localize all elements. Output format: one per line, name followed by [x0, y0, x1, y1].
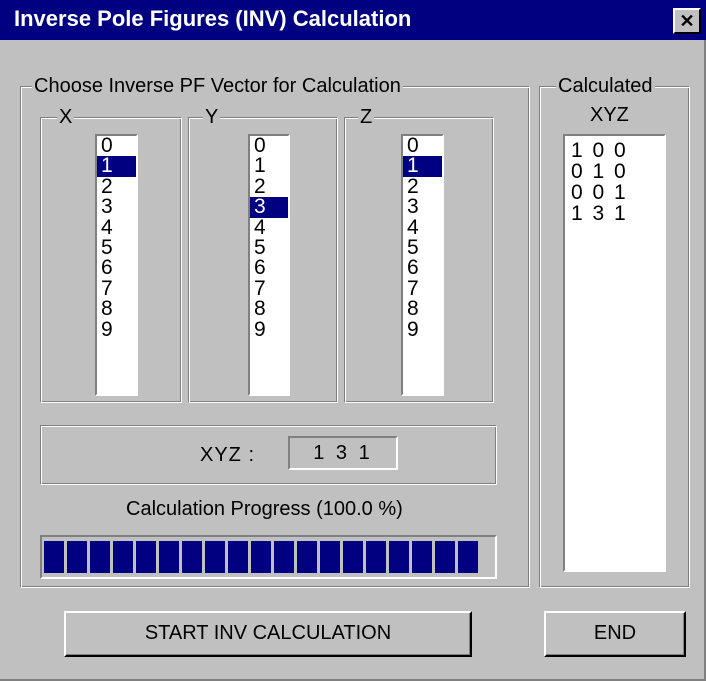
x-item-9[interactable]: 9	[97, 318, 136, 340]
calculated-item[interactable]: 0 0 1	[565, 182, 664, 203]
x-item-1-selected[interactable]: 1	[97, 155, 136, 177]
progress-segment	[136, 541, 156, 573]
progress-segment	[320, 541, 340, 573]
progress-segment	[159, 541, 179, 573]
x-item-7[interactable]: 7	[97, 278, 136, 299]
y-item-1[interactable]: 1	[250, 155, 288, 176]
y-item-4[interactable]: 4	[250, 216, 288, 238]
calculated-item[interactable]: 1 0 0	[565, 140, 664, 161]
start-inv-calculation-button[interactable]: START INV CALCULATION	[64, 611, 472, 657]
y-item-5[interactable]: 5	[250, 237, 288, 258]
y-item-3-selected[interactable]: 3	[250, 196, 288, 218]
z-item-5[interactable]: 5	[403, 237, 442, 258]
y-item-2[interactable]: 2	[250, 176, 288, 197]
z-item-6[interactable]: 6	[403, 257, 442, 278]
progress-segment	[90, 541, 110, 573]
choose-vector-label: Choose Inverse PF Vector for Calculation	[32, 75, 403, 97]
progress-segment	[251, 541, 271, 573]
y-item-7[interactable]: 7	[250, 278, 288, 299]
calculated-listbox[interactable]: 1 0 0 0 1 0 0 0 1 1 3 1	[563, 134, 666, 572]
x-item-3[interactable]: 3	[97, 196, 136, 217]
z-axis-label: Z	[358, 106, 375, 128]
x-item-8[interactable]: 8	[97, 298, 136, 319]
progress-segment	[389, 541, 409, 573]
xyz-label: XYZ :	[200, 444, 256, 466]
calculated-item[interactable]: 1 3 1	[565, 203, 664, 224]
y-item-8[interactable]: 8	[250, 298, 288, 319]
title-bar: Inverse Pole Figures (INV) Calculation ✕	[0, 0, 706, 40]
x-item-0[interactable]: 0	[97, 136, 136, 156]
x-item-5[interactable]: 5	[97, 237, 136, 258]
progress-segment	[44, 541, 64, 573]
progress-segment	[297, 541, 317, 573]
window-title: Inverse Pole Figures (INV) Calculation	[14, 6, 412, 31]
xyz-value: 1 3 1	[288, 436, 398, 470]
y-item-0[interactable]: 0	[250, 136, 288, 156]
z-item-7[interactable]: 7	[403, 278, 442, 299]
x-listbox[interactable]: 0 1 2 3 4 5 6 7 8 9	[95, 134, 138, 396]
progress-segment	[435, 541, 455, 573]
z-item-8[interactable]: 8	[403, 298, 442, 319]
z-item-2[interactable]: 2	[403, 176, 442, 197]
progress-segment	[67, 541, 87, 573]
progress-fill	[42, 537, 495, 577]
progress-segment	[228, 541, 248, 573]
end-button[interactable]: END	[544, 611, 686, 657]
calculated-item[interactable]: 0 1 0	[565, 161, 664, 182]
progress-segment	[458, 541, 478, 573]
progress-segment	[205, 541, 225, 573]
y-item-6[interactable]: 6	[250, 257, 288, 278]
progress-segment	[113, 541, 133, 573]
z-item-4[interactable]: 4	[403, 216, 442, 238]
x-item-6[interactable]: 6	[97, 257, 136, 278]
calculated-header: XYZ	[590, 104, 629, 126]
x-axis-label: X	[57, 106, 75, 128]
progress-segment	[366, 541, 386, 573]
close-icon[interactable]: ✕	[673, 8, 701, 34]
z-listbox[interactable]: 0 1 2 3 4 5 6 7 8 9	[401, 134, 444, 396]
progress-segment	[343, 541, 363, 573]
x-item-4[interactable]: 4	[97, 216, 136, 238]
calculated-label: Calculated	[556, 75, 655, 97]
z-item-0[interactable]: 0	[403, 136, 442, 156]
progress-segment	[412, 541, 432, 573]
progress-segment	[182, 541, 202, 573]
z-item-9[interactable]: 9	[403, 318, 442, 340]
progress-label: Calculation Progress (100.0 %)	[126, 498, 403, 520]
z-item-3[interactable]: 3	[403, 196, 442, 217]
y-listbox[interactable]: 0 1 2 3 4 5 6 7 8 9	[248, 134, 290, 396]
x-item-2[interactable]: 2	[97, 176, 136, 197]
z-item-1-selected[interactable]: 1	[403, 155, 442, 177]
y-axis-label: Y	[203, 106, 221, 128]
y-item-9[interactable]: 9	[250, 318, 288, 340]
xyz-panel	[40, 425, 497, 485]
progress-bar	[40, 535, 497, 579]
progress-segment	[274, 541, 294, 573]
